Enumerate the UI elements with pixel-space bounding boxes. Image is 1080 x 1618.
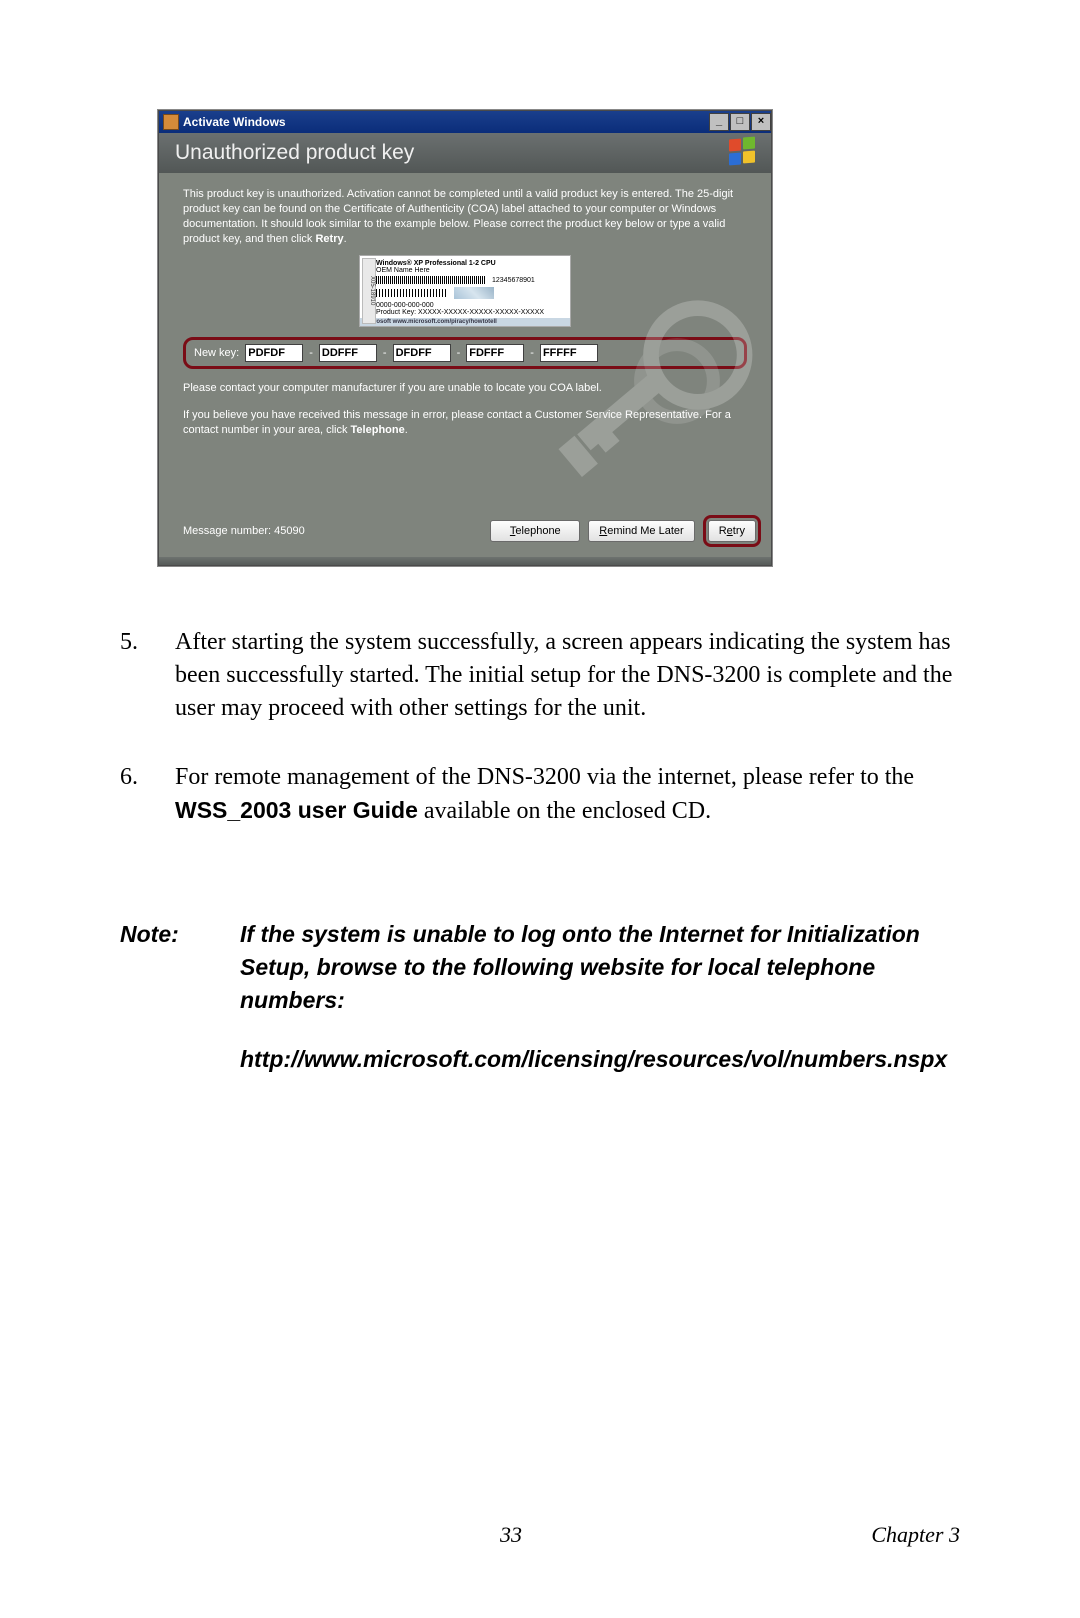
document-text: 5. After starting the system successfull… xyxy=(120,626,960,1076)
button-bar: Message number: 45090 Telephone Remind M… xyxy=(159,515,771,547)
item-number: 5. xyxy=(120,626,175,725)
key-segment-2[interactable] xyxy=(319,344,377,362)
coa-footer: Microsoft www.microsoft.com/piracy/howto… xyxy=(360,318,570,326)
message-number: Message number: 45090 xyxy=(183,525,482,537)
coa-label-example: X05-18910 Windows® XP Professional 1-2 C… xyxy=(359,255,571,327)
page-content: Activate Windows _ □ × Unauthorized prod… xyxy=(120,110,960,1076)
key-segment-1[interactable] xyxy=(245,344,303,362)
telephone-label: elephone xyxy=(515,525,560,537)
remind-later-button[interactable]: Remind Me Later xyxy=(588,520,694,542)
coa-mid: 0000-000-000-000 xyxy=(376,302,566,309)
page-title: Unauthorized product key xyxy=(175,141,414,165)
key-segment-3[interactable] xyxy=(393,344,451,362)
footer-strip xyxy=(159,557,771,565)
list-item-5: 5. After starting the system successfull… xyxy=(120,626,960,725)
window-title: Activate Windows xyxy=(183,115,286,129)
activate-windows-window: Activate Windows _ □ × Unauthorized prod… xyxy=(158,110,772,566)
new-key-label: New key: xyxy=(194,347,239,359)
close-button[interactable]: × xyxy=(751,113,771,131)
dialog-body: This product key is unauthorized. Activa… xyxy=(159,173,771,557)
retry-button[interactable]: Retry xyxy=(708,520,756,542)
remind-label: emind Me Later xyxy=(607,525,683,537)
note-label: Note: xyxy=(120,918,240,1076)
telephone-button[interactable]: Telephone xyxy=(490,520,580,542)
retry-highlight: Retry xyxy=(703,515,761,547)
chapter-label: Chapter 3 xyxy=(871,1522,960,1548)
coa-product-key: Product Key: XXXXX-XXXXX-XXXXX-XXXXX-XXX… xyxy=(376,309,566,316)
coa-pn: 12345678901 xyxy=(492,277,535,284)
item-number: 6. xyxy=(120,761,175,828)
coa-side-label: X05-18910 xyxy=(362,258,376,324)
barcode-icon xyxy=(376,289,446,297)
header-bar: Unauthorized product key xyxy=(159,133,771,173)
titlebar[interactable]: Activate Windows _ □ × xyxy=(159,111,771,133)
item-text: For remote management of the DNS-3200 vi… xyxy=(175,761,960,828)
list-item-6: 6. For remote management of the DNS-3200… xyxy=(120,761,960,828)
item-text: After starting the system successfully, … xyxy=(175,626,960,725)
note-block: Note: If the system is unable to log ont… xyxy=(120,918,960,1076)
page-number: 33 xyxy=(500,1522,522,1548)
maximize-button[interactable]: □ xyxy=(730,113,750,131)
key-segment-4[interactable] xyxy=(466,344,524,362)
windows-flag-icon xyxy=(729,137,759,167)
note-text: If the system is unable to log onto the … xyxy=(240,918,960,1076)
page-footer: 33 Chapter 3 xyxy=(120,1522,960,1548)
barcode-icon xyxy=(376,276,486,284)
note-url: http://www.microsoft.com/licensing/resou… xyxy=(240,1043,960,1076)
coa-oem: OEM Name Here xyxy=(376,267,566,274)
window-buttons: _ □ × xyxy=(708,113,771,131)
hologram-icon xyxy=(454,287,494,299)
guide-name: WSS_2003 user Guide xyxy=(175,797,418,823)
key-icon xyxy=(163,114,179,130)
coa-top: Windows® XP Professional 1-2 CPU xyxy=(376,260,566,267)
minimize-button[interactable]: _ xyxy=(709,113,729,131)
instruction-text: This product key is unauthorized. Activa… xyxy=(183,187,747,247)
